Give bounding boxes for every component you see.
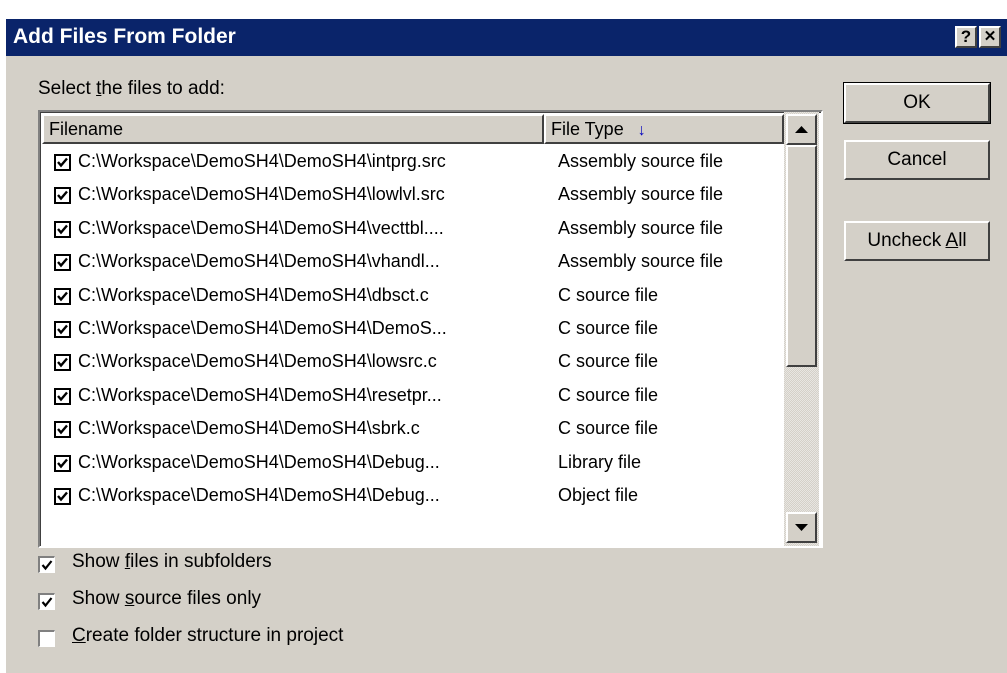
file-type-cell: C source file	[558, 418, 659, 439]
checkmark-icon	[57, 458, 68, 468]
file-row[interactable]: C:\Workspace\DemoSH4\DemoSH4\Debug... Lib…	[42, 447, 782, 480]
checkmark-icon	[57, 391, 68, 402]
show-subfolders-label[interactable]: Show files in subfolders	[72, 551, 272, 573]
file-type-cell: Library file	[558, 451, 642, 472]
file-row[interactable]: C:\Workspace\DemoSH4\DemoSH4\vecttbl....…	[42, 213, 782, 246]
file-name-cell: C:\Workspace\DemoSH4\DemoSH4\lowlvl.src	[78, 184, 445, 205]
window-title: Add Files From Folder	[13, 25, 236, 48]
file-name-cell: C:\Workspace\DemoSH4\DemoSH4\Debug...	[78, 484, 440, 505]
file-row[interactable]: C:\Workspace\DemoSH4\DemoSH4\intprg.src A…	[42, 146, 782, 179]
file-type-cell: Assembly source file	[558, 184, 724, 205]
checkmark-icon	[41, 560, 53, 571]
file-name-cell: C:\Workspace\DemoSH4\DemoSH4\vhandl...	[78, 251, 440, 272]
file-name-cell: C:\Workspace\DemoSH4\DemoSH4\sbrk.c	[78, 418, 420, 439]
file-name-cell: C:\Workspace\DemoSH4\DemoSH4\vecttbl....	[78, 217, 444, 238]
file-rows: C:\Workspace\DemoSH4\DemoSH4\intprg.src A…	[42, 146, 782, 513]
file-name-cell: C:\Workspace\DemoSH4\DemoSH4\intprg.src	[78, 151, 446, 171]
file-type-cell: Assembly source file	[558, 251, 724, 272]
file-checkbox[interactable]	[54, 387, 71, 405]
file-name-cell: C:\Workspace\DemoSH4\DemoSH4\lowsrc.c	[78, 351, 437, 372]
close-icon: ✕	[983, 28, 997, 45]
file-checkbox[interactable]	[54, 220, 71, 238]
file-checkbox[interactable]	[54, 187, 71, 205]
source-only-label[interactable]: Show source files only	[72, 588, 261, 610]
checkmark-icon	[57, 257, 68, 268]
title-bar[interactable]: Add Files From Folder ? ✕	[6, 19, 1007, 56]
column-header-filetype[interactable]: File Type ↓	[544, 114, 784, 144]
file-name-cell: C:\Workspace\DemoSH4\DemoSH4\resetpr...	[78, 384, 442, 405]
arrow-up-icon	[795, 126, 808, 133]
file-list[interactable]: Filename File Type ↓ C:\Workspace\DemoSH4…	[38, 110, 823, 548]
file-checkbox[interactable]	[54, 154, 71, 171]
file-row[interactable]: C:\Workspace\DemoSH4\DemoSH4\DemoS... C s…	[42, 313, 782, 346]
checkmark-icon	[57, 424, 68, 435]
scrollbar-thumb[interactable]	[786, 145, 817, 367]
sort-descending-icon: ↓	[637, 122, 646, 139]
file-row[interactable]: C:\Workspace\DemoSH4\DemoSH4\dbsct.c C so…	[42, 280, 782, 313]
checkmark-icon	[41, 597, 53, 608]
file-type-cell: Object file	[558, 484, 639, 505]
file-row[interactable]: C:\Workspace\DemoSH4\DemoSH4\lowsrc.c C s…	[42, 346, 782, 379]
file-type-cell: C source file	[558, 317, 659, 338]
help-button[interactable]: ?	[955, 26, 977, 48]
checkmark-icon	[57, 157, 68, 168]
file-type-cell: C source file	[558, 384, 659, 405]
ok-button[interactable]: OK	[843, 82, 991, 124]
file-type-cell: C source file	[558, 351, 659, 372]
uncheck-all-button[interactable]: Uncheck All	[844, 221, 990, 261]
file-checkbox[interactable]	[54, 487, 71, 505]
file-name-cell: C:\Workspace\DemoSH4\DemoSH4\dbsct.c	[78, 284, 429, 305]
file-checkbox[interactable]	[54, 320, 71, 338]
add-files-dialog: Add Files From Folder ? ✕ Select the fil…	[5, 18, 1007, 673]
file-checkbox[interactable]	[54, 354, 71, 372]
scroll-down-button[interactable]	[786, 512, 817, 543]
checkmark-icon	[57, 191, 68, 201]
close-button[interactable]: ✕	[979, 26, 1001, 48]
scroll-up-button[interactable]	[786, 114, 817, 145]
file-row[interactable]: C:\Workspace\DemoSH4\DemoSH4\Debug... Obj…	[42, 480, 782, 513]
folder-structure-label[interactable]: Create folder structure in project	[72, 625, 343, 647]
checkmark-icon	[57, 324, 68, 335]
cancel-button[interactable]: Cancel	[844, 140, 990, 180]
checkmark-icon	[57, 291, 68, 301]
file-type-cell: Assembly source file	[558, 217, 724, 238]
vertical-scrollbar[interactable]	[784, 112, 819, 546]
file-type-cell: Assembly source file	[558, 151, 724, 171]
folder-structure-checkbox[interactable]	[38, 630, 55, 647]
file-row[interactable]: C:\Workspace\DemoSH4\DemoSH4\vhandl... As…	[42, 246, 782, 279]
column-header-filename[interactable]: Filename	[42, 114, 544, 144]
source-only-checkbox[interactable]	[38, 593, 55, 610]
file-name-cell: C:\Workspace\DemoSH4\DemoSH4\DemoS...	[78, 317, 447, 338]
file-type-cell: C source file	[558, 284, 659, 305]
file-row[interactable]: C:\Workspace\DemoSH4\DemoSH4\sbrk.c C sou…	[42, 413, 782, 446]
file-row[interactable]: C:\Workspace\DemoSH4\DemoSH4\resetpr... C…	[42, 380, 782, 413]
file-row[interactable]: C:\Workspace\DemoSH4\DemoSH4\lowlvl.src A…	[42, 179, 782, 212]
file-name-cell: C:\Workspace\DemoSH4\DemoSH4\Debug...	[78, 451, 440, 472]
checkmark-icon	[57, 224, 68, 235]
arrow-down-icon	[795, 524, 808, 531]
file-checkbox[interactable]	[54, 287, 71, 305]
checkmark-icon	[57, 491, 68, 502]
show-subfolders-checkbox[interactable]	[38, 556, 55, 573]
file-checkbox[interactable]	[54, 254, 71, 272]
files-prompt-label: Select the files to add:	[38, 78, 225, 99]
file-checkbox[interactable]	[54, 421, 71, 439]
checkmark-icon	[57, 358, 68, 368]
file-checkbox[interactable]	[54, 454, 71, 472]
